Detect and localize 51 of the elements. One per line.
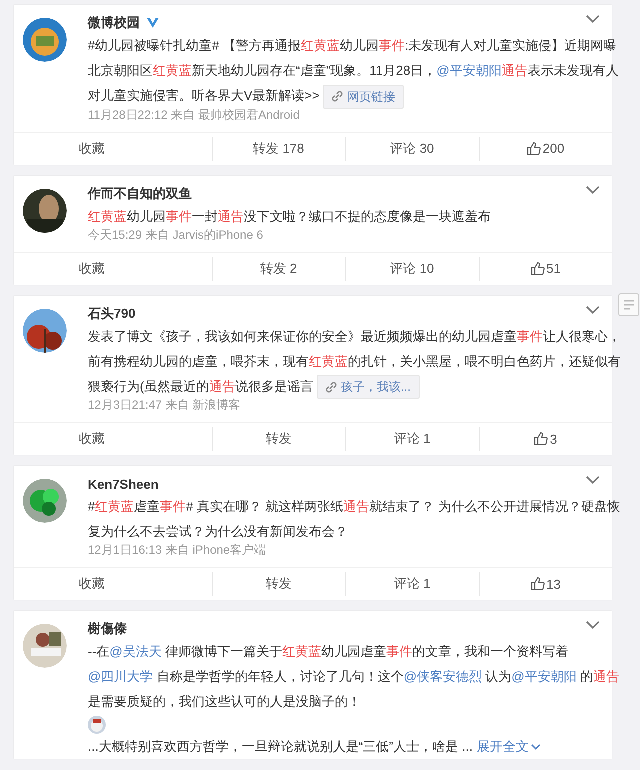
like-button[interactable]: 3 — [478, 427, 612, 452]
author-name[interactable]: 榭傷傣 — [88, 620, 127, 638]
repost-button[interactable]: 转发 — [212, 427, 345, 452]
post-text: --在@吴法天 律师微博下一篇关于红黄蓝幼儿园虐童事件的文章，我和一个资料写着 @四川大学 自称是学哲学的年轻人，讨论了几句！这个@侠客安德烈 认为@平安朝阳 的通告 是需要质疑的，我们这些认可的人是没脑子的！ — [88, 643, 620, 712]
repost-button[interactable]: 转发 178 — [212, 136, 345, 161]
chevron-down-icon[interactable] — [586, 476, 600, 486]
repost-button[interactable]: 转发 2 — [212, 256, 345, 281]
link-icon — [332, 91, 344, 102]
expand-link[interactable]: 展开全文 — [476, 739, 541, 754]
post-text: 发表了博文《孩子，我该如何来保证你的安全》最近频频爆出的幼儿园虐童事件让人很寒心，前有携程幼儿园的虐童，喂芥末，现有红黄蓝的扎针，关小黑屋，喂不明白色药片，还疑似有猥亵行为(虽然最近的通告说很多是谣言 孩子，我该... — [88, 324, 628, 400]
post-meta: 12月3日21:47 来自 新浪博客 — [88, 397, 242, 414]
repost-button[interactable]: 转发 — [212, 572, 345, 596]
favorite-button[interactable]: 收藏 — [14, 136, 212, 161]
link-chip[interactable]: 孩子，我该... — [316, 375, 420, 400]
comment-button[interactable]: 评论 30 — [345, 136, 478, 161]
author-name[interactable]: 微博校园 — [88, 14, 140, 32]
post-text: #红黄蓝虐童事件# 真实在哪？ 就这样两张纸通告就结束了？ 为什么不公开进展情况？硬盘恢复为什么不去尝试？为什么没有新闻发布会？ — [88, 498, 622, 542]
post-meta: 11月28日22:12 来自 最帅校园君Android — [88, 106, 301, 123]
chevron-down-icon[interactable] — [586, 621, 600, 630]
chevron-down-icon — [530, 744, 541, 752]
mention-link[interactable]: @侠客安德烈 — [404, 669, 482, 684]
like-button[interactable]: 13 — [478, 572, 612, 596]
comment-button[interactable]: 评论 1 — [345, 427, 478, 452]
chevron-down-icon[interactable] — [586, 306, 600, 315]
mention-link[interactable]: @四川大学 — [88, 669, 154, 684]
like-button[interactable]: 200 — [478, 136, 612, 161]
post-meta: 12月1日16:13 来自 iPhone客户端 — [88, 542, 268, 558]
mention-link[interactable]: @吴法天 — [110, 644, 162, 660]
post-text: ...大概特别喜欢西方哲学，一旦辩论就说别人是“三低”人士，啥是 ... — [88, 739, 473, 754]
thumbs-up-icon — [530, 262, 545, 276]
author-name[interactable]: 作而不自知的双鱼 — [88, 184, 192, 203]
like-button[interactable]: 51 — [478, 256, 612, 281]
author-name[interactable]: 石头790 — [88, 304, 136, 323]
mention-link[interactable]: @平安朝阳 — [512, 669, 577, 684]
post-text: #幼儿园被曝针扎幼童# 【警方再通报红黄蓝幼儿园事件:未发现有人对儿童实施侵】近期网曝北京朝阳区红黄蓝新天地幼儿园存在“虐童”现象。11月28日，@平安朝阳通告表示未发现有人对儿童实施侵害。听各界大V最新解读>> 网页链接 — [88, 33, 628, 109]
comment-button[interactable]: 评论 10 — [345, 256, 478, 281]
chevron-down-icon[interactable] — [586, 15, 600, 24]
chevron-down-icon[interactable] — [586, 186, 600, 195]
favorite-button[interactable]: 收藏 — [14, 427, 212, 452]
thumbs-up-icon — [530, 577, 545, 592]
link-icon — [326, 382, 337, 393]
post-text: 红黄蓝幼儿园事件一封通告没下文啦？缄口不提的态度像是一块遮羞布 — [88, 208, 492, 226]
thumbs-up-icon — [534, 432, 548, 446]
post-meta: 今天15:29 来自 Jarvis的iPhone 6 — [88, 226, 264, 243]
comment-button[interactable]: 评论 1 — [345, 572, 478, 596]
mention-link[interactable]: @平安朝阳 — [436, 63, 502, 78]
favorite-button[interactable]: 收藏 — [14, 572, 212, 596]
link-chip[interactable]: 网页链接 — [323, 84, 404, 109]
favorite-button[interactable]: 收藏 — [14, 256, 212, 281]
thumbs-up-icon — [526, 142, 541, 156]
author-name[interactable]: Ken7Sheen — [88, 476, 159, 492]
